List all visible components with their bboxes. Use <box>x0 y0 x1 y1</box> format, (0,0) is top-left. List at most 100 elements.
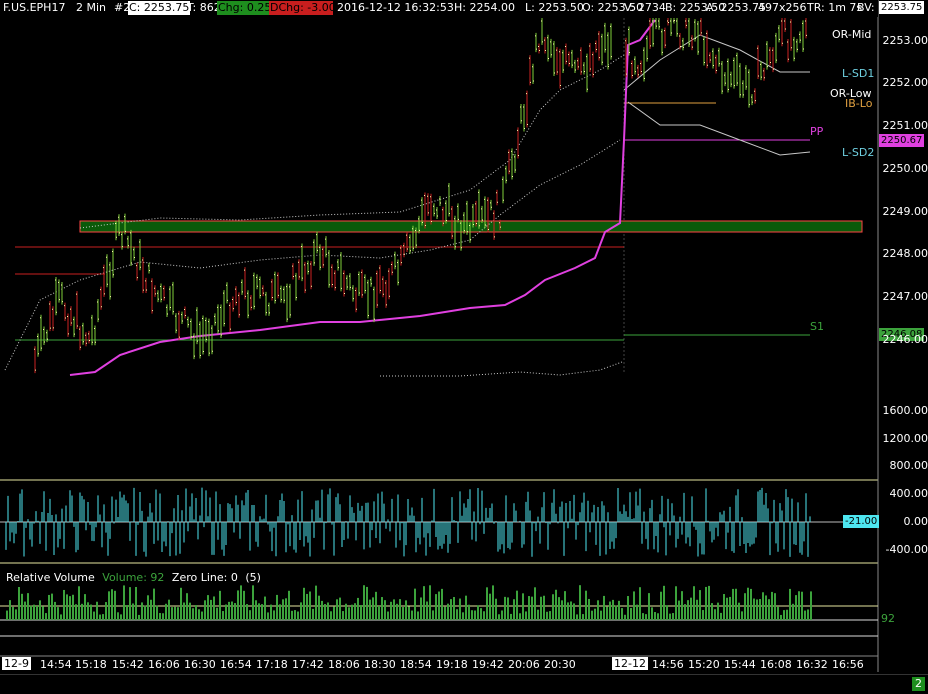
relvol-bar <box>363 585 365 620</box>
relvol-bar <box>165 603 167 620</box>
relvol-bar <box>549 611 551 620</box>
relvol-bar <box>603 595 605 620</box>
relvol-bar <box>717 602 719 620</box>
relvol-bar <box>309 591 311 620</box>
relvol-bar <box>255 600 257 620</box>
daily-change-badge: DChg: -3.00 <box>269 1 333 15</box>
tick-count: T: 862 <box>187 1 221 14</box>
relvol-bar <box>93 611 95 620</box>
relvol-bar <box>369 599 371 620</box>
relvol-bar <box>732 588 734 620</box>
relvol-bar <box>204 600 206 620</box>
relvol-bar <box>234 603 236 620</box>
relvol-bar <box>276 594 278 620</box>
interval-label: 2 Min <box>76 1 107 14</box>
relvol-bar <box>474 610 476 620</box>
relvol-bar <box>273 610 275 620</box>
relvol-bar <box>507 597 509 620</box>
relvol-bar <box>417 611 419 620</box>
relvol-bar <box>183 602 185 620</box>
ib-lo-label: IB-Lo <box>845 97 873 110</box>
relvol-bar <box>387 611 389 620</box>
relvol-bar <box>87 602 89 620</box>
relvol-bar <box>795 595 797 620</box>
relvol-bar <box>168 599 170 620</box>
relvol-bar <box>777 606 779 620</box>
relvol-bar <box>576 614 578 620</box>
relvol-bar <box>318 595 320 620</box>
relvol-bar <box>435 594 437 620</box>
price-chart-canvas[interactable] <box>0 0 928 693</box>
date-left-badge: 12-9 <box>2 657 31 670</box>
relvol-bar <box>51 593 53 620</box>
relvol-bar <box>753 598 755 620</box>
relvol-bar <box>657 613 659 620</box>
relvol-bar <box>504 596 506 620</box>
relvol-title: Relative Volume <box>6 571 95 584</box>
relvol-bar <box>780 614 782 620</box>
price-axis-label: 2249.00 <box>882 205 928 218</box>
relvol-bar <box>690 597 692 620</box>
relvol-bar <box>570 601 572 620</box>
relvol-bar <box>699 590 701 620</box>
relvol-bar <box>327 602 329 620</box>
relvol-bar <box>810 591 812 620</box>
time-tick: 18:30 <box>364 658 396 671</box>
time-tick: 18:06 <box>328 658 360 671</box>
relvol-bar <box>162 613 164 620</box>
relvol-bar <box>105 602 107 620</box>
relvol-bar <box>231 601 233 620</box>
relvol-volume: Volume: 92 <box>102 571 165 584</box>
time-tick: 18:54 <box>400 658 432 671</box>
osc-axis-label: 0.00 <box>903 515 928 528</box>
relvol-bar <box>201 611 203 620</box>
relvol-bar <box>678 600 680 620</box>
relvol-bar <box>240 585 242 620</box>
price-axis-label: 2250.00 <box>882 162 928 175</box>
relvol-bar <box>750 588 752 620</box>
relvol-bar <box>114 590 116 620</box>
relvol-bar <box>219 590 221 620</box>
relvol-bar <box>468 604 470 620</box>
relvol-bar <box>33 604 35 620</box>
time-tick: 19:42 <box>472 658 504 671</box>
relvol-bar <box>24 601 26 620</box>
volume-axis-label: 1600.00 <box>882 404 928 417</box>
relvol-bar <box>471 610 473 620</box>
status-badge[interactable]: 2 <box>912 677 925 691</box>
time-tick: 17:42 <box>292 658 324 671</box>
vwap-line <box>69 19 656 376</box>
bid-ask-sizes: 497x256 <box>758 1 807 14</box>
relvol-bar <box>192 608 194 620</box>
relvol-bar <box>492 585 494 620</box>
relvol-bar <box>762 592 764 620</box>
relvol-bar <box>267 612 269 620</box>
relvol-bar <box>258 603 260 620</box>
relvol-bar <box>642 613 644 620</box>
relvol-bar <box>564 591 566 620</box>
relvol-bar <box>705 586 707 620</box>
relvol-bar <box>372 597 374 620</box>
relvol-bar <box>447 603 449 620</box>
relvol-bar <box>207 595 209 620</box>
relvol-bar <box>726 597 728 620</box>
relvol-bar <box>594 608 596 620</box>
relvol-bar <box>621 608 623 620</box>
time-tick: 14:56 <box>652 658 684 671</box>
time-tick: 16:30 <box>184 658 216 671</box>
relvol-bar <box>534 587 536 620</box>
relvol-bar <box>684 604 686 620</box>
relvol-bar <box>639 587 641 620</box>
relvol-zero-line: Zero Line: 0 <box>171 571 238 584</box>
relvol-bar <box>159 613 161 620</box>
relvol-bar <box>126 605 128 620</box>
relvol-bar <box>150 599 152 620</box>
relvol-bar <box>360 605 362 620</box>
price-axis-label: 2248.00 <box>882 247 928 260</box>
chart-header: F.US.EPH17 2 Min #2 C: 2253.75 T: 862 Ch… <box>0 0 878 17</box>
relvol-bar <box>15 609 17 620</box>
relvol-bar <box>444 606 446 620</box>
relvol-bar <box>306 593 308 620</box>
relvol-bar <box>480 608 482 620</box>
relvol-bar <box>747 587 749 620</box>
